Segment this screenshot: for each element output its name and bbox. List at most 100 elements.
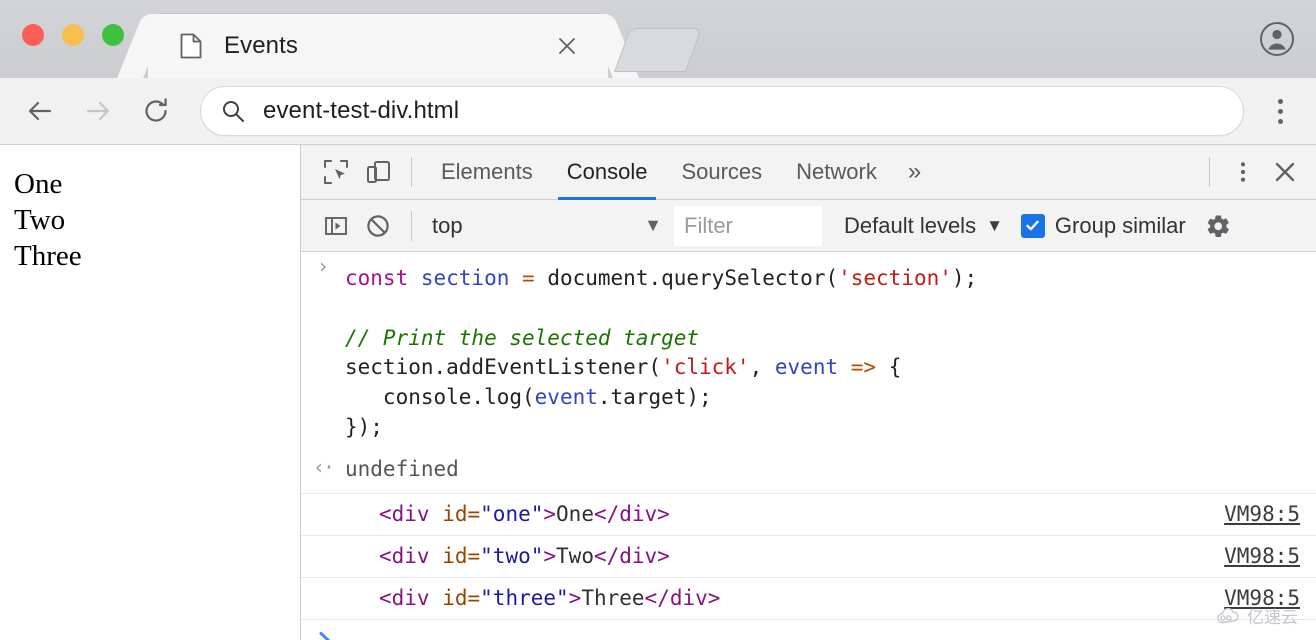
console-code-line <box>345 294 1316 324</box>
dom-token: </div> <box>644 586 721 611</box>
chevron-down-icon: ▼ <box>986 215 1003 235</box>
devtools-tab-network[interactable]: Network <box>779 145 894 200</box>
background-tab[interactable] <box>613 28 703 72</box>
console-log-row[interactable]: <div id="one">One</div> VM98:5 <box>301 492 1316 535</box>
forward-arrow-icon <box>76 89 120 133</box>
console-code-line: console.log(event.target); <box>345 383 1316 413</box>
code-token: event <box>774 355 851 380</box>
dom-token: id= <box>442 544 481 569</box>
address-bar[interactable]: event-test-div.html <box>200 86 1244 136</box>
console-log-message: <div id="three">Three</div> <box>379 586 720 610</box>
dom-token: > <box>568 586 582 611</box>
tab-strip: Events <box>0 0 1316 78</box>
checkbox-checked-icon[interactable] <box>1020 213 1045 238</box>
address-bar-value: event-test-div.html <box>263 97 460 124</box>
close-devtools-icon[interactable] <box>1264 151 1306 193</box>
group-similar-label: Group similar <box>1054 212 1186 238</box>
code-token: , <box>749 355 775 380</box>
group-similar-toggle[interactable]: Group similar <box>1020 212 1186 239</box>
close-tab-button[interactable] <box>554 33 580 59</box>
code-token: .target); <box>597 385 712 410</box>
dom-token: "two" <box>480 544 544 569</box>
console-input-marker: › <box>316 254 330 278</box>
console-filter-placeholder: Filter <box>684 212 733 238</box>
dom-token: > <box>543 544 557 569</box>
browser-toolbar: event-test-div.html <box>0 78 1316 145</box>
search-icon <box>221 99 245 123</box>
maximize-window-button[interactable] <box>102 24 124 46</box>
inspect-element-icon[interactable] <box>315 151 357 193</box>
dom-token: Three <box>581 586 645 611</box>
dom-token: </div> <box>593 544 670 569</box>
dom-token: id= <box>442 502 481 527</box>
execution-context-value: top <box>432 212 463 238</box>
device-toolbar-icon[interactable] <box>357 151 399 193</box>
code-token: ); <box>951 266 978 290</box>
tab-title: Events <box>224 32 298 59</box>
devtools-tabbar: Elements Console Sources Network » <box>301 145 1316 200</box>
toolbar-divider-right <box>1209 157 1210 187</box>
code-token: = <box>522 266 548 290</box>
dom-token: "one" <box>480 502 544 527</box>
console-input-entry: › const section = document.querySelector… <box>301 252 1316 453</box>
console-settings-button[interactable] <box>1204 212 1232 240</box>
code-token: 'section' <box>838 266 952 290</box>
console-log-row[interactable]: <div id="two">Two</div> VM98:5 <box>301 534 1316 577</box>
code-token: section <box>420 266 523 290</box>
console-result-entry: ‹· undefined <box>301 453 1316 493</box>
devtools-panel: Elements Console Sources Network » top ▼… <box>301 145 1316 640</box>
minimize-window-button[interactable] <box>62 24 84 46</box>
console-prompt-row[interactable] <box>301 618 1316 640</box>
profile-avatar-icon[interactable] <box>1260 22 1294 56</box>
page-line-one[interactable]: One <box>14 167 300 203</box>
close-window-button[interactable] <box>22 24 44 46</box>
dom-token: <div <box>379 502 443 527</box>
console-log-source-link[interactable]: VM98:5 <box>1224 586 1300 610</box>
console-log-row[interactable]: <div id="three">Three</div> VM98:5 <box>301 576 1316 619</box>
page-viewport: One Two Three <box>0 145 301 640</box>
dom-token: </div> <box>593 502 670 527</box>
browser-window: Events event-test-div.html One Two Three… <box>0 0 1316 640</box>
devtools-tabbar-right <box>1197 151 1316 193</box>
console-log-source-link[interactable]: VM98:5 <box>1224 544 1300 568</box>
code-token: const <box>345 266 421 290</box>
kebab-menu-icon[interactable] <box>1260 89 1300 133</box>
code-token: // Print the selected target <box>345 325 700 350</box>
chevron-down-icon: ▼ <box>644 215 662 235</box>
code-token: => <box>850 355 889 380</box>
page-line-three[interactable]: Three <box>14 239 300 275</box>
console-log-message: <div id="one">One</div> <box>379 502 670 526</box>
console-log-list: <div id="one">One</div> VM98:5 <div id="tw… <box>301 492 1316 619</box>
reload-icon[interactable] <box>134 89 178 133</box>
back-arrow-icon[interactable] <box>18 89 62 133</box>
console-log-message: <div id="two">Two</div> <box>379 544 670 568</box>
console-log-source-link[interactable]: VM98:5 <box>1224 502 1300 526</box>
console-code-line: section.addEventListener('click', event … <box>345 353 1316 383</box>
console-code-line: }); <box>345 413 1316 443</box>
page-line-two[interactable]: Two <box>14 203 300 239</box>
console-sidebar-icon[interactable] <box>315 205 357 247</box>
devtools-tab-sources[interactable]: Sources <box>664 145 779 200</box>
console-output[interactable]: › const section = document.querySelector… <box>301 252 1316 640</box>
more-tabs-icon[interactable]: » <box>894 158 935 186</box>
devtools-tab-console[interactable]: Console <box>550 145 665 200</box>
dom-token: One <box>556 502 594 527</box>
devtools-menu-icon[interactable] <box>1222 151 1264 193</box>
code-token: { <box>888 355 902 380</box>
console-toolbar-divider <box>411 210 412 241</box>
console-toolbar: top ▼ Filter Default levels ▼ Group simi… <box>301 200 1316 252</box>
console-filter-input[interactable]: Filter <box>674 205 822 246</box>
browser-tab-events[interactable]: Events <box>148 14 608 78</box>
devtools-tab-elements[interactable]: Elements <box>424 145 550 200</box>
console-code-line: // Print the selected target <box>345 324 1316 354</box>
dom-token: Two <box>556 544 594 569</box>
content-split: One Two Three Elements Console Sources N… <box>0 145 1316 640</box>
console-prompt-icon <box>317 630 335 640</box>
clear-console-icon[interactable] <box>357 205 399 247</box>
console-result-marker: ‹· <box>312 454 335 479</box>
code-token: event <box>534 385 598 410</box>
log-levels-select[interactable]: Default levels ▼ <box>844 213 1003 239</box>
execution-context-select[interactable]: top ▼ <box>424 209 674 243</box>
dom-token: <div <box>379 544 443 569</box>
window-controls <box>22 24 124 46</box>
